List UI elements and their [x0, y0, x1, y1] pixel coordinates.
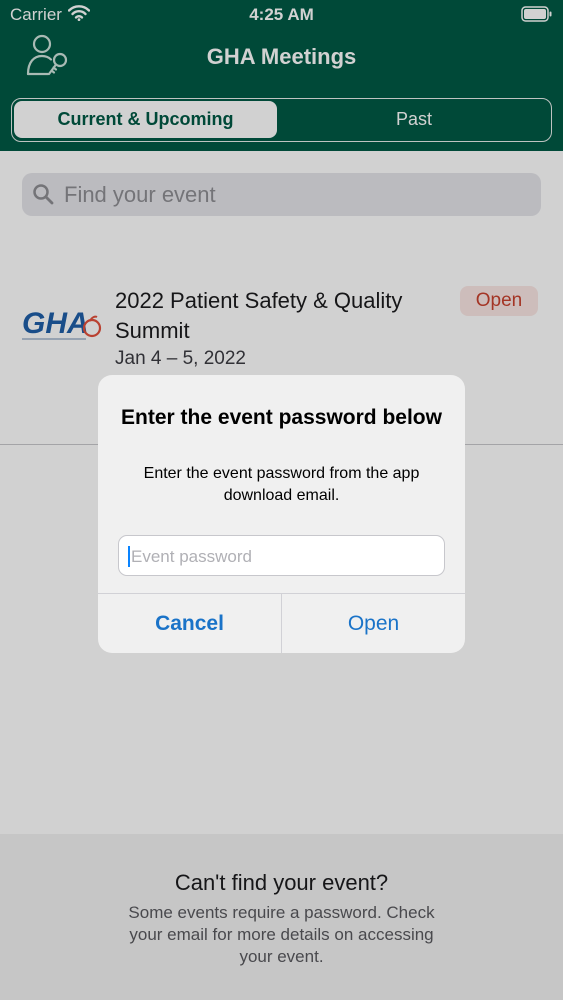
dialog-message: Enter the event password from the app do… — [143, 465, 420, 504]
password-dialog: Enter the event password below Enter the… — [98, 375, 465, 653]
password-placeholder: Event password — [131, 547, 252, 566]
cancel-button[interactable]: Cancel — [98, 594, 282, 653]
text-caret — [128, 546, 130, 567]
open-button[interactable]: Open — [282, 594, 465, 653]
dialog-title: Enter the event password below — [121, 406, 442, 429]
event-password-field[interactable]: Event password — [118, 535, 445, 576]
dialog-buttons: Cancel Open — [98, 593, 465, 653]
